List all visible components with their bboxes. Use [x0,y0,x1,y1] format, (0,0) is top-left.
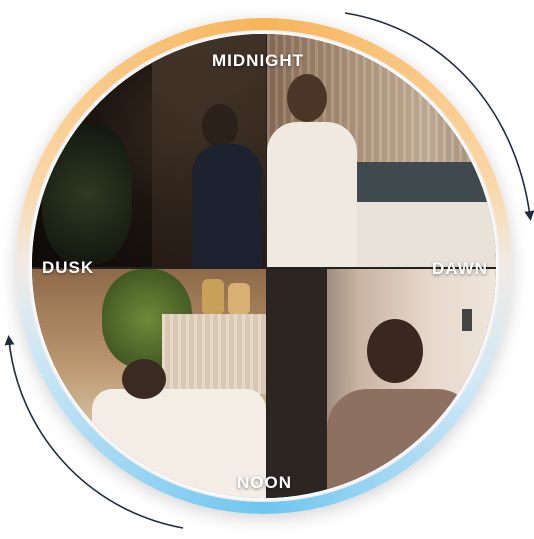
label-dusk: DUSK [42,258,95,277]
dusk-photo [32,269,266,498]
label-noon: NOON [237,473,292,492]
label-midnight: MIDNIGHT [212,51,305,70]
noon-photo [267,269,496,498]
label-dawn: DAWN [432,259,488,278]
photo-circle [32,34,496,498]
time-of-day-wheel: MIDNIGHT DUSK DAWN NOON [0,0,534,539]
